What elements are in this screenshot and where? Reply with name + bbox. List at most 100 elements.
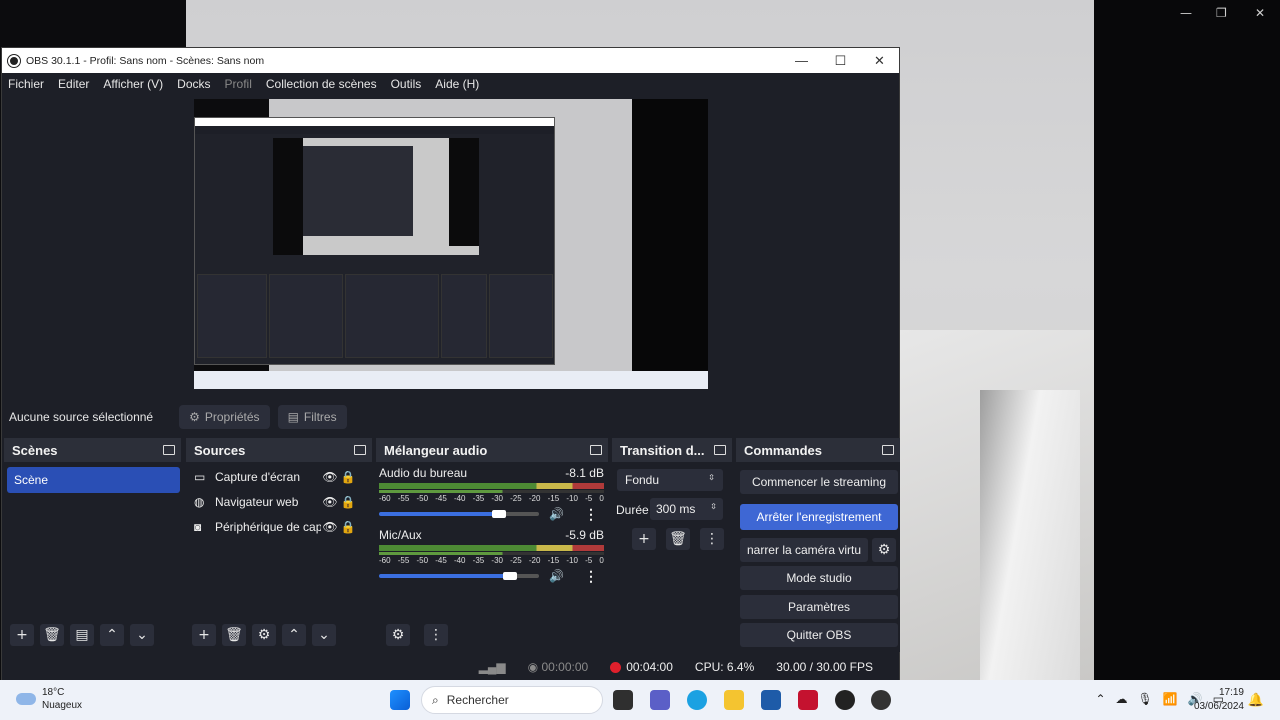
- media-player-icon[interactable]: [871, 690, 891, 710]
- temperature: 18°C: [42, 687, 65, 698]
- source-properties-button[interactable]: ⚙: [252, 624, 276, 646]
- source-up-button[interactable]: ⌃: [282, 624, 306, 646]
- remove-scene-button[interactable]: 🗑: [40, 624, 64, 646]
- microphone-icon[interactable]: 🎙: [1138, 692, 1153, 706]
- studio-mode-button[interactable]: Mode studio: [740, 566, 898, 590]
- fps-display: 30.00 / 30.00 FPS: [776, 660, 873, 674]
- edge-icon[interactable]: [687, 690, 707, 710]
- virtual-camera-button[interactable]: narrer la caméra virtu: [740, 538, 868, 562]
- properties-button[interactable]: ⚙ Propriétés: [179, 404, 270, 429]
- title-bar: OBS 30.1.1 - Profil: Sans nom - Scènes: …: [2, 48, 899, 73]
- volume-meter: [379, 545, 604, 551]
- mixer-footer: ⚙ ⋮: [380, 618, 448, 652]
- lock-icon[interactable]: 🔒: [339, 495, 357, 509]
- source-item[interactable]: ◍ Navigateur web 👁 🔒: [194, 491, 364, 513]
- mcafee-icon[interactable]: [798, 690, 818, 710]
- remove-transition-button[interactable]: 🗑: [666, 528, 690, 550]
- start-streaming-button[interactable]: Commencer le streaming: [740, 470, 898, 494]
- visibility-eye-icon[interactable]: 👁: [321, 495, 339, 509]
- more-options-icon[interactable]: ⋮: [584, 506, 598, 523]
- add-transition-button[interactable]: +: [632, 528, 656, 550]
- preview-image: [194, 99, 708, 389]
- obs-taskbar-icon[interactable]: [835, 690, 855, 710]
- record-dot-icon: [610, 661, 622, 673]
- search-box[interactable]: ⌕ Rechercher: [421, 686, 603, 714]
- bg-minimize-icon: —: [1180, 6, 1192, 20]
- controls-dock: Commandes Commencer le streaming Arrêter…: [736, 438, 900, 652]
- undock-icon[interactable]: [714, 445, 726, 455]
- menu-bar: Fichier Editer Afficher (V) Docks Profil…: [2, 73, 899, 95]
- minimize-button[interactable]: —: [782, 53, 821, 69]
- menu-view[interactable]: Afficher (V): [103, 77, 163, 91]
- source-down-button[interactable]: ⌄: [312, 624, 336, 646]
- speaker-icon[interactable]: 🔊: [549, 507, 564, 521]
- source-item[interactable]: ▭ Capture d'écran 👁 🔒: [194, 466, 364, 488]
- exit-button[interactable]: Quitter OBS: [740, 623, 898, 647]
- scene-item[interactable]: Scène: [7, 467, 180, 493]
- transition-menu-button[interactable]: ⋮: [700, 528, 724, 550]
- volume-meter-peak: [379, 552, 604, 555]
- lock-icon[interactable]: 🔒: [339, 520, 357, 534]
- source-label: Navigateur web: [215, 495, 299, 509]
- mixer-menu-button[interactable]: ⋮: [424, 624, 448, 646]
- undock-icon[interactable]: [354, 445, 366, 455]
- menu-tools[interactable]: Outils: [391, 77, 422, 91]
- remove-source-button[interactable]: 🗑: [222, 624, 246, 646]
- menu-scene-collection[interactable]: Collection de scènes: [266, 77, 377, 91]
- filters-button[interactable]: ▤ Filtres: [277, 404, 347, 429]
- status-bar: ▂▄▆ ◉ 00:00:00 00:04:00 CPU: 6.4% 30.00 …: [2, 654, 899, 680]
- maximize-button[interactable]: ☐: [821, 53, 860, 69]
- volume-slider[interactable]: 🔊 ⋮: [379, 568, 604, 585]
- menu-profile[interactable]: Profil: [225, 77, 252, 91]
- scenes-title: Scènes: [12, 442, 58, 458]
- scene-down-button[interactable]: ⌄: [130, 624, 154, 646]
- menu-help[interactable]: Aide (H): [435, 77, 479, 91]
- file-explorer-icon[interactable]: [724, 690, 744, 710]
- stop-recording-button[interactable]: Arrêter l'enregistrement: [740, 504, 898, 530]
- preview-area[interactable]: [2, 98, 899, 444]
- close-button[interactable]: ✕: [860, 53, 899, 69]
- stream-status: ◉ 00:00:00: [527, 660, 589, 674]
- lock-icon[interactable]: 🔒: [339, 470, 357, 484]
- windows-start-icon[interactable]: [390, 690, 410, 710]
- windows-taskbar: 18°C Nuageux ⌕ Rechercher ⌃ ☁ 🎙 📶 🔊 ▭ 17…: [0, 680, 1280, 720]
- sources-title: Sources: [194, 442, 246, 458]
- clock[interactable]: 17:19 03/06/2024: [1194, 686, 1244, 714]
- undock-icon[interactable]: [163, 445, 175, 455]
- virtual-camera-settings-icon[interactable]: ⚙: [872, 538, 896, 562]
- add-source-button[interactable]: +: [192, 624, 216, 646]
- add-scene-button[interactable]: +: [10, 624, 34, 646]
- obs-window: OBS 30.1.1 - Profil: Sans nom - Scènes: …: [1, 47, 900, 680]
- notification-bell-icon[interactable]: 🔔: [1248, 692, 1264, 708]
- advanced-audio-button[interactable]: ⚙: [386, 624, 410, 646]
- settings-button[interactable]: Paramètres: [740, 595, 898, 619]
- cloud-sync-icon[interactable]: ☁: [1116, 692, 1128, 706]
- undock-icon[interactable]: [882, 445, 894, 455]
- monitor-icon: ▭: [194, 470, 206, 484]
- transitions-dock: Transition d... Fondu ⇳ Durée 300 ms ⇳ +…: [612, 438, 732, 652]
- gear-icon: ⚙: [189, 409, 200, 424]
- source-item[interactable]: ◙ Périphérique de cap 👁 🔒: [194, 516, 364, 538]
- scene-filters-button[interactable]: ▤: [70, 624, 94, 646]
- visibility-eye-icon[interactable]: 👁: [321, 470, 339, 484]
- menu-docks[interactable]: Docks: [177, 77, 210, 91]
- duration-spinbox[interactable]: 300 ms ⇳: [650, 498, 723, 520]
- wifi-icon[interactable]: 📶: [1163, 692, 1178, 706]
- undock-icon[interactable]: [590, 445, 602, 455]
- speaker-icon[interactable]: 🔊: [549, 569, 564, 583]
- visibility-eye-icon[interactable]: 👁: [321, 520, 339, 534]
- scene-up-button[interactable]: ⌃: [100, 624, 124, 646]
- chevron-up-icon[interactable]: ⌃: [1095, 692, 1105, 706]
- transition-select[interactable]: Fondu ⇳: [617, 469, 723, 491]
- task-view-icon[interactable]: [613, 690, 633, 710]
- teams-icon[interactable]: [650, 690, 670, 710]
- search-placeholder: Rechercher: [446, 693, 509, 707]
- volume-slider[interactable]: 🔊 ⋮: [379, 506, 604, 523]
- bg-close-icon: ✕: [1255, 6, 1266, 20]
- weather-widget[interactable]: 18°C Nuageux: [16, 686, 82, 712]
- menu-edit[interactable]: Editer: [58, 77, 89, 91]
- store-icon[interactable]: [761, 690, 781, 710]
- more-options-icon[interactable]: ⋮: [584, 568, 598, 585]
- menu-file[interactable]: Fichier: [8, 77, 44, 91]
- scenes-footer: + 🗑 ▤ ⌃ ⌄: [4, 618, 154, 652]
